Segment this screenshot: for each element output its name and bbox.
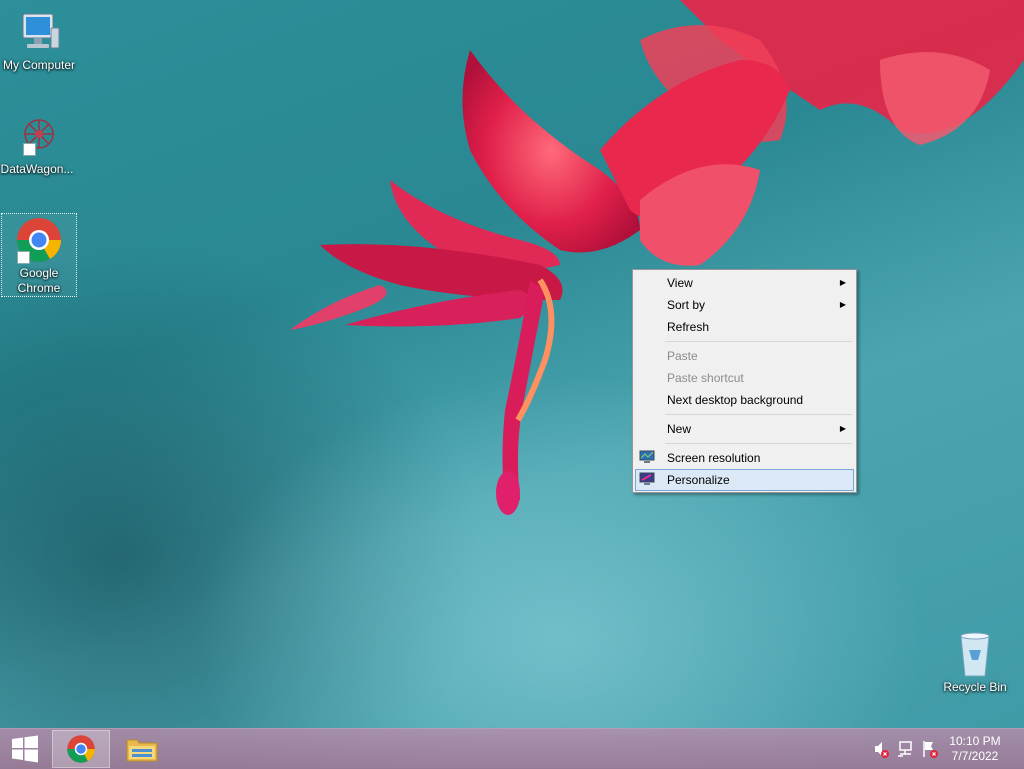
menu-separator xyxy=(665,341,852,342)
chrome-icon xyxy=(67,735,95,763)
computer-icon xyxy=(15,8,63,56)
menu-item-label: Sort by xyxy=(667,298,706,312)
desktop-context-menu: View ▶ Sort by ▶ Refresh Paste Paste sho… xyxy=(632,269,857,493)
desktop-icon-recycle-bin[interactable]: Recycle Bin xyxy=(938,630,1012,695)
menu-item-label: Next desktop background xyxy=(667,393,804,407)
menu-item-paste[interactable]: Paste xyxy=(635,345,854,367)
shortcut-arrow-icon xyxy=(17,251,30,264)
taskbar: 10:10 PM 7/7/2022 xyxy=(0,728,1024,769)
menu-item-refresh[interactable]: Refresh xyxy=(635,316,854,338)
folder-icon xyxy=(126,739,158,762)
network-icon[interactable] xyxy=(897,729,915,769)
desktop-icon-label: DataWagon... xyxy=(0,162,74,176)
datawagon-icon xyxy=(13,112,61,160)
submenu-arrow-icon: ▶ xyxy=(839,424,846,433)
menu-item-label: New xyxy=(667,422,692,436)
menu-item-label: Screen resolution xyxy=(667,451,761,465)
desktop-icon-google-chrome[interactable]: Google Chrome xyxy=(1,213,77,297)
menu-item-label: Refresh xyxy=(667,320,710,334)
clock-time: 10:10 PM xyxy=(949,734,1001,748)
menu-item-paste-shortcut[interactable]: Paste shortcut xyxy=(635,367,854,389)
action-center-flag-icon[interactable] xyxy=(921,729,939,769)
desktop-icon-label: My Computer xyxy=(2,58,76,72)
menu-item-new[interactable]: New ▶ xyxy=(635,418,854,440)
clock-date: 7/7/2022 xyxy=(951,749,999,763)
menu-item-label: View xyxy=(667,276,693,290)
desktop-icon-my-computer[interactable]: My Computer xyxy=(2,8,76,73)
desktop-icon-datawagon[interactable]: DataWagon... xyxy=(0,112,74,177)
taskbar-file-explorer-button[interactable] xyxy=(113,730,171,768)
recycle-bin-icon xyxy=(951,630,999,678)
menu-item-label: Personalize xyxy=(667,473,730,487)
chrome-icon xyxy=(15,216,63,264)
wallpaper-flower xyxy=(290,0,1024,515)
shortcut-arrow-icon xyxy=(23,143,36,156)
submenu-arrow-icon: ▶ xyxy=(839,278,846,287)
taskbar-clock[interactable]: 10:10 PM 7/7/2022 xyxy=(945,734,1005,764)
submenu-arrow-icon: ▶ xyxy=(839,300,846,309)
menu-separator xyxy=(665,443,852,444)
menu-item-view[interactable]: View ▶ xyxy=(635,272,854,294)
menu-item-next-desktop-background[interactable]: Next desktop background xyxy=(635,389,854,411)
monitor-icon xyxy=(639,450,655,463)
menu-item-screen-resolution[interactable]: Screen resolution xyxy=(635,447,854,469)
menu-item-label: Paste xyxy=(667,349,698,363)
speaker-muted-icon[interactable] xyxy=(873,729,889,769)
menu-separator xyxy=(665,414,852,415)
desktop-icon-label: Recycle Bin xyxy=(943,680,1007,694)
windows-logo-icon xyxy=(12,735,38,763)
personalize-icon xyxy=(639,472,655,485)
start-button[interactable] xyxy=(0,729,50,769)
menu-item-personalize[interactable]: Personalize xyxy=(635,469,854,491)
desktop-icon-label: Google Chrome xyxy=(17,266,61,295)
menu-item-sort-by[interactable]: Sort by ▶ xyxy=(635,294,854,316)
taskbar-chrome-button[interactable] xyxy=(52,730,110,768)
menu-item-label: Paste shortcut xyxy=(667,371,744,385)
